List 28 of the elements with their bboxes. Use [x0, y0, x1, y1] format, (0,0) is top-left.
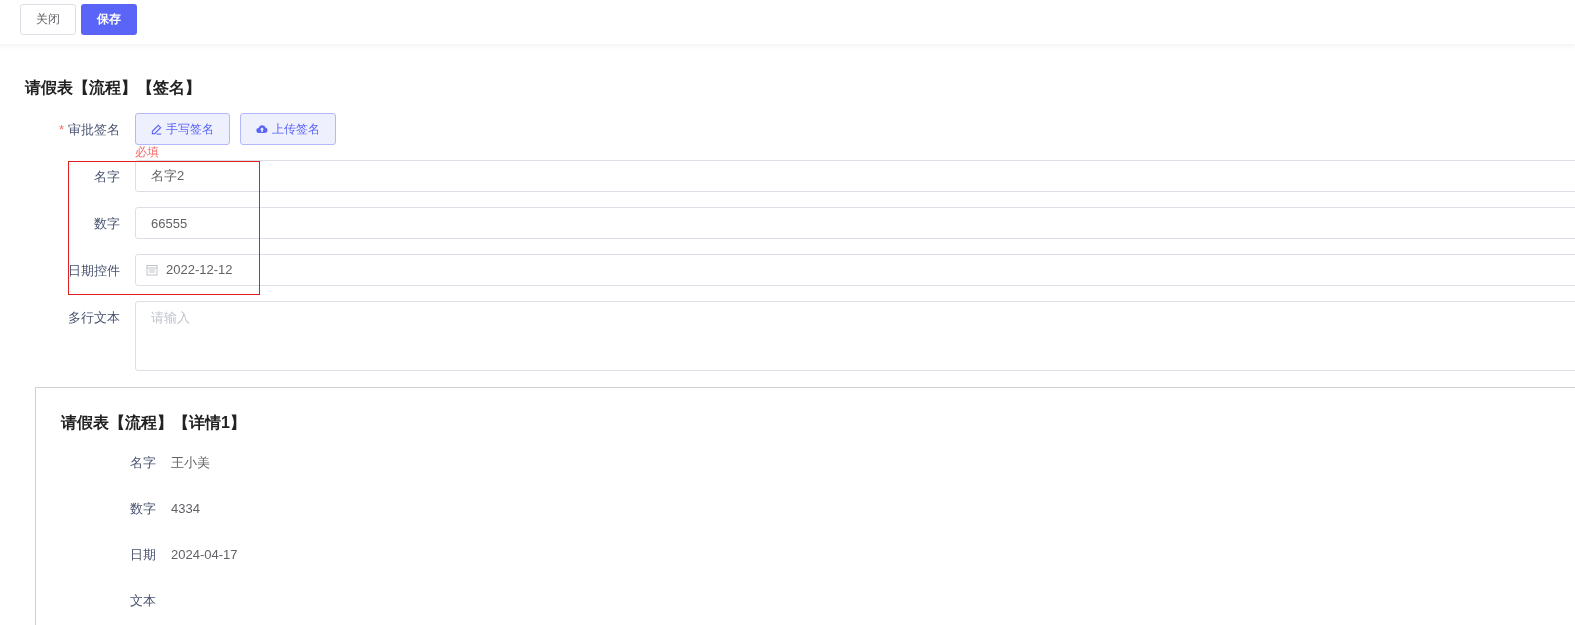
signature-label: 审批签名	[68, 122, 120, 137]
detail-value: 4334	[171, 500, 200, 519]
required-mark: *	[58, 122, 64, 137]
detail-label: 文本	[129, 592, 156, 611]
field-label: 日期控件	[67, 262, 120, 280]
detail-label: 日期	[129, 546, 156, 565]
detail-value: 王小美	[171, 454, 210, 473]
field-label: 名字	[93, 168, 120, 186]
field-label: 数字	[93, 215, 120, 233]
field-label: 多行文本	[67, 309, 120, 327]
detail-title: 请假表【流程】【详情1】	[61, 413, 247, 433]
detail-value: 2024-04-17	[171, 546, 238, 565]
pen-icon	[151, 123, 162, 135]
form-title: 请假表【流程】【签名】	[23, 78, 202, 98]
detail-label: 名字	[129, 454, 156, 473]
close-button[interactable]: 关闭	[20, 3, 76, 35]
upload-signature-button[interactable]: 上传签名	[240, 113, 336, 145]
text-field[interactable]: 名字2	[135, 160, 1575, 192]
detail-label: 数字	[129, 500, 156, 519]
date-field[interactable]: 2022-12-12	[135, 254, 1575, 286]
error-message: 必填	[135, 145, 160, 160]
save-button[interactable]: 保存	[81, 3, 137, 35]
text-field[interactable]: 66555	[135, 207, 1575, 239]
handwrite-signature-button[interactable]: 手写签名	[135, 113, 230, 145]
text-area[interactable]: 请输入	[135, 301, 1575, 371]
date-value: 2022-12-12	[166, 261, 233, 280]
cloud-upload-icon	[256, 124, 268, 134]
calendar-icon	[146, 264, 158, 276]
